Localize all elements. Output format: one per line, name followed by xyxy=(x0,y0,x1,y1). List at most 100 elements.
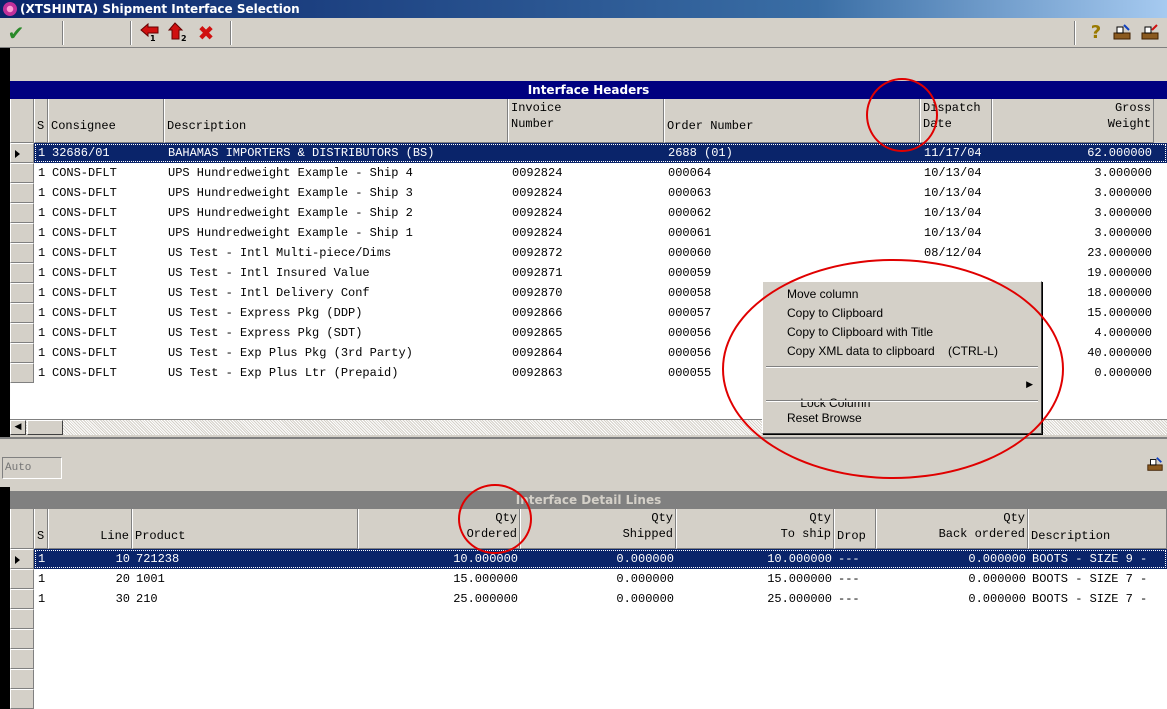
toolbar-separator xyxy=(130,21,132,45)
row-selector[interactable] xyxy=(10,263,34,283)
menu-item-lock-column[interactable]: Lock Column ▶ xyxy=(765,375,1039,410)
grid-left-border xyxy=(0,487,10,709)
menu-item-copy-clipboard[interactable]: Copy to Clipboard xyxy=(765,304,1039,323)
row-selector[interactable] xyxy=(10,669,34,689)
table-cell: 1 xyxy=(38,592,46,606)
row-selector[interactable] xyxy=(10,569,34,589)
row-selector[interactable] xyxy=(10,589,34,609)
scroll-left-icon[interactable]: ◀ xyxy=(10,420,26,435)
column-header[interactable]: Consignee xyxy=(48,99,164,143)
submenu-arrow-icon: ▶ xyxy=(1026,379,1033,389)
row-selector[interactable] xyxy=(10,183,34,203)
row-selector[interactable] xyxy=(10,303,34,323)
table-cell: 210 xyxy=(136,592,158,606)
column-header[interactable]: Product xyxy=(132,509,358,549)
row-selector[interactable] xyxy=(10,323,34,343)
table-row[interactable]: 1 CONS-DFLT US Test - Intl Multi-piece/Dim… xyxy=(34,243,1167,263)
table-row[interactable]: 1 20 1001 15.000000 0.000000 15.000000 --- 0.00… xyxy=(34,569,1167,589)
table-row[interactable]: 1 CONS-DFLT UPS Hundredweight Example - Sh… xyxy=(34,163,1167,183)
table-row[interactable]: 1 CONS-DFLT UPS Hundredweight Example - Sh… xyxy=(34,223,1167,243)
table-row[interactable]: 1 30 210 25.000000 0.000000 25.000000 --- 0.000… xyxy=(34,589,1167,609)
table-cell: 0.000000 xyxy=(968,572,1026,586)
table-cell: 0092824 xyxy=(512,186,563,200)
table-cell: 0092824 xyxy=(512,226,563,240)
scroll-thumb[interactable] xyxy=(27,420,63,435)
row-selector[interactable] xyxy=(10,243,34,263)
row-selector[interactable] xyxy=(10,649,34,669)
column-header[interactable]: S xyxy=(34,99,48,143)
table-cell: CONS-DFLT xyxy=(52,186,117,200)
help-icon[interactable]: ? xyxy=(1084,22,1108,44)
row-selector[interactable] xyxy=(10,163,34,183)
table-cell: 0092824 xyxy=(512,206,563,220)
window-title-bar[interactable]: (XTSHINTA) Shipment Interface Selection xyxy=(0,0,1167,18)
menu-item-move-column[interactable]: Move column xyxy=(765,285,1039,304)
checkmark-icon[interactable]: ✔ xyxy=(4,22,28,44)
toolbar-separator xyxy=(230,21,232,45)
export2-icon[interactable] xyxy=(1138,22,1162,44)
row-selector[interactable] xyxy=(10,363,34,383)
table-row[interactable]: 1 CONS-DFLT UPS Hundredweight Example - Sh… xyxy=(34,203,1167,223)
row-selector[interactable] xyxy=(10,283,34,303)
column-header[interactable]: Description xyxy=(1028,509,1167,549)
column-header[interactable]: Dispatch Date xyxy=(920,99,992,143)
detail-grid-title: Interface Detail Lines xyxy=(10,491,1167,509)
table-cell: CONS-DFLT xyxy=(52,206,117,220)
row-selector[interactable] xyxy=(10,629,34,649)
table-cell: 1 xyxy=(38,226,46,240)
column-header[interactable]: S xyxy=(34,509,48,549)
table-cell: 23.000000 xyxy=(1087,246,1152,260)
table-cell: 721238 xyxy=(136,552,180,566)
row-selector[interactable] xyxy=(10,203,34,223)
table-cell: 10/13/04 xyxy=(924,166,982,180)
row-selector[interactable] xyxy=(10,143,34,163)
table-row[interactable]: 1 CONS-DFLT US Test - Intl Insured Value 00… xyxy=(34,263,1167,283)
table-cell: 0092866 xyxy=(512,306,563,320)
up-arrow-icon[interactable]: 2 xyxy=(166,22,190,44)
table-cell: 20 xyxy=(115,572,130,586)
auto-field[interactable] xyxy=(2,457,62,479)
row-selector[interactable] xyxy=(10,343,34,363)
table-cell: 000060 xyxy=(668,246,712,260)
column-header[interactable]: Description xyxy=(164,99,508,143)
table-row[interactable]: 1 CONS-DFLT UPS Hundredweight Example - Sh… xyxy=(34,183,1167,203)
table-cell: 0092864 xyxy=(512,346,563,360)
table-cell: 25.000000 xyxy=(767,592,832,606)
table-cell: 000062 xyxy=(668,206,712,220)
table-cell: 000061 xyxy=(668,226,712,240)
table-cell: BOOTS - SIZE 7 - xyxy=(1032,572,1148,586)
row-selector[interactable] xyxy=(10,609,34,629)
column-header[interactable]: Invoice Number xyxy=(508,99,664,143)
row-selector[interactable] xyxy=(10,549,34,569)
menu-item-copy-xml[interactable]: Copy XML data to clipboard (CTRL-L) xyxy=(765,342,1039,361)
menu-separator xyxy=(766,366,1038,368)
detail-grid[interactable]: S Line Product Qty Ordered Qty Shipped Qty To… xyxy=(10,509,1167,709)
prev-arrow-icon[interactable]: 1 xyxy=(138,22,162,44)
export-small-icon[interactable] xyxy=(1146,455,1164,476)
table-cell: 2688 (01) xyxy=(668,146,733,160)
table-cell: CONS-DFLT xyxy=(52,266,117,280)
column-header[interactable]: Order Number xyxy=(664,99,920,143)
column-header[interactable]: Gross Weight xyxy=(992,99,1154,143)
column-header[interactable]: Qty To ship xyxy=(676,509,834,549)
menu-item-reset-browse[interactable]: Reset Browse xyxy=(765,409,1039,428)
row-selector[interactable] xyxy=(10,223,34,243)
column-header[interactable]: Drop xyxy=(834,509,876,549)
column-header[interactable]: Line xyxy=(48,509,132,549)
row-selector[interactable] xyxy=(10,689,34,709)
column-header[interactable]: Qty Ordered xyxy=(358,509,520,549)
menu-item-copy-clipboard-title[interactable]: Copy to Clipboard with Title xyxy=(765,323,1039,342)
column-header[interactable]: Qty Back ordered xyxy=(876,509,1028,549)
toolbar-separator xyxy=(1074,21,1076,45)
table-cell: 08/12/04 xyxy=(924,246,982,260)
headers-grid-title: Interface Headers xyxy=(10,81,1167,99)
headers-grid-header: S Consignee Description Invoice Number Order… xyxy=(10,99,1167,143)
app-icon xyxy=(3,2,17,16)
column-header[interactable]: Qty Shipped xyxy=(520,509,676,549)
table-cell: 1 xyxy=(38,572,46,586)
close-x-icon[interactable]: ✖ xyxy=(194,22,218,44)
export-icon[interactable] xyxy=(1110,22,1134,44)
table-row[interactable]: 1 32686/01 BAHAMAS IMPORTERS & DISTRIBUTOR… xyxy=(34,143,1167,163)
table-row[interactable]: 1 10 721238 10.000000 0.000000 10.000000 --- 0.… xyxy=(34,549,1167,569)
table-cell: 25.000000 xyxy=(453,592,518,606)
